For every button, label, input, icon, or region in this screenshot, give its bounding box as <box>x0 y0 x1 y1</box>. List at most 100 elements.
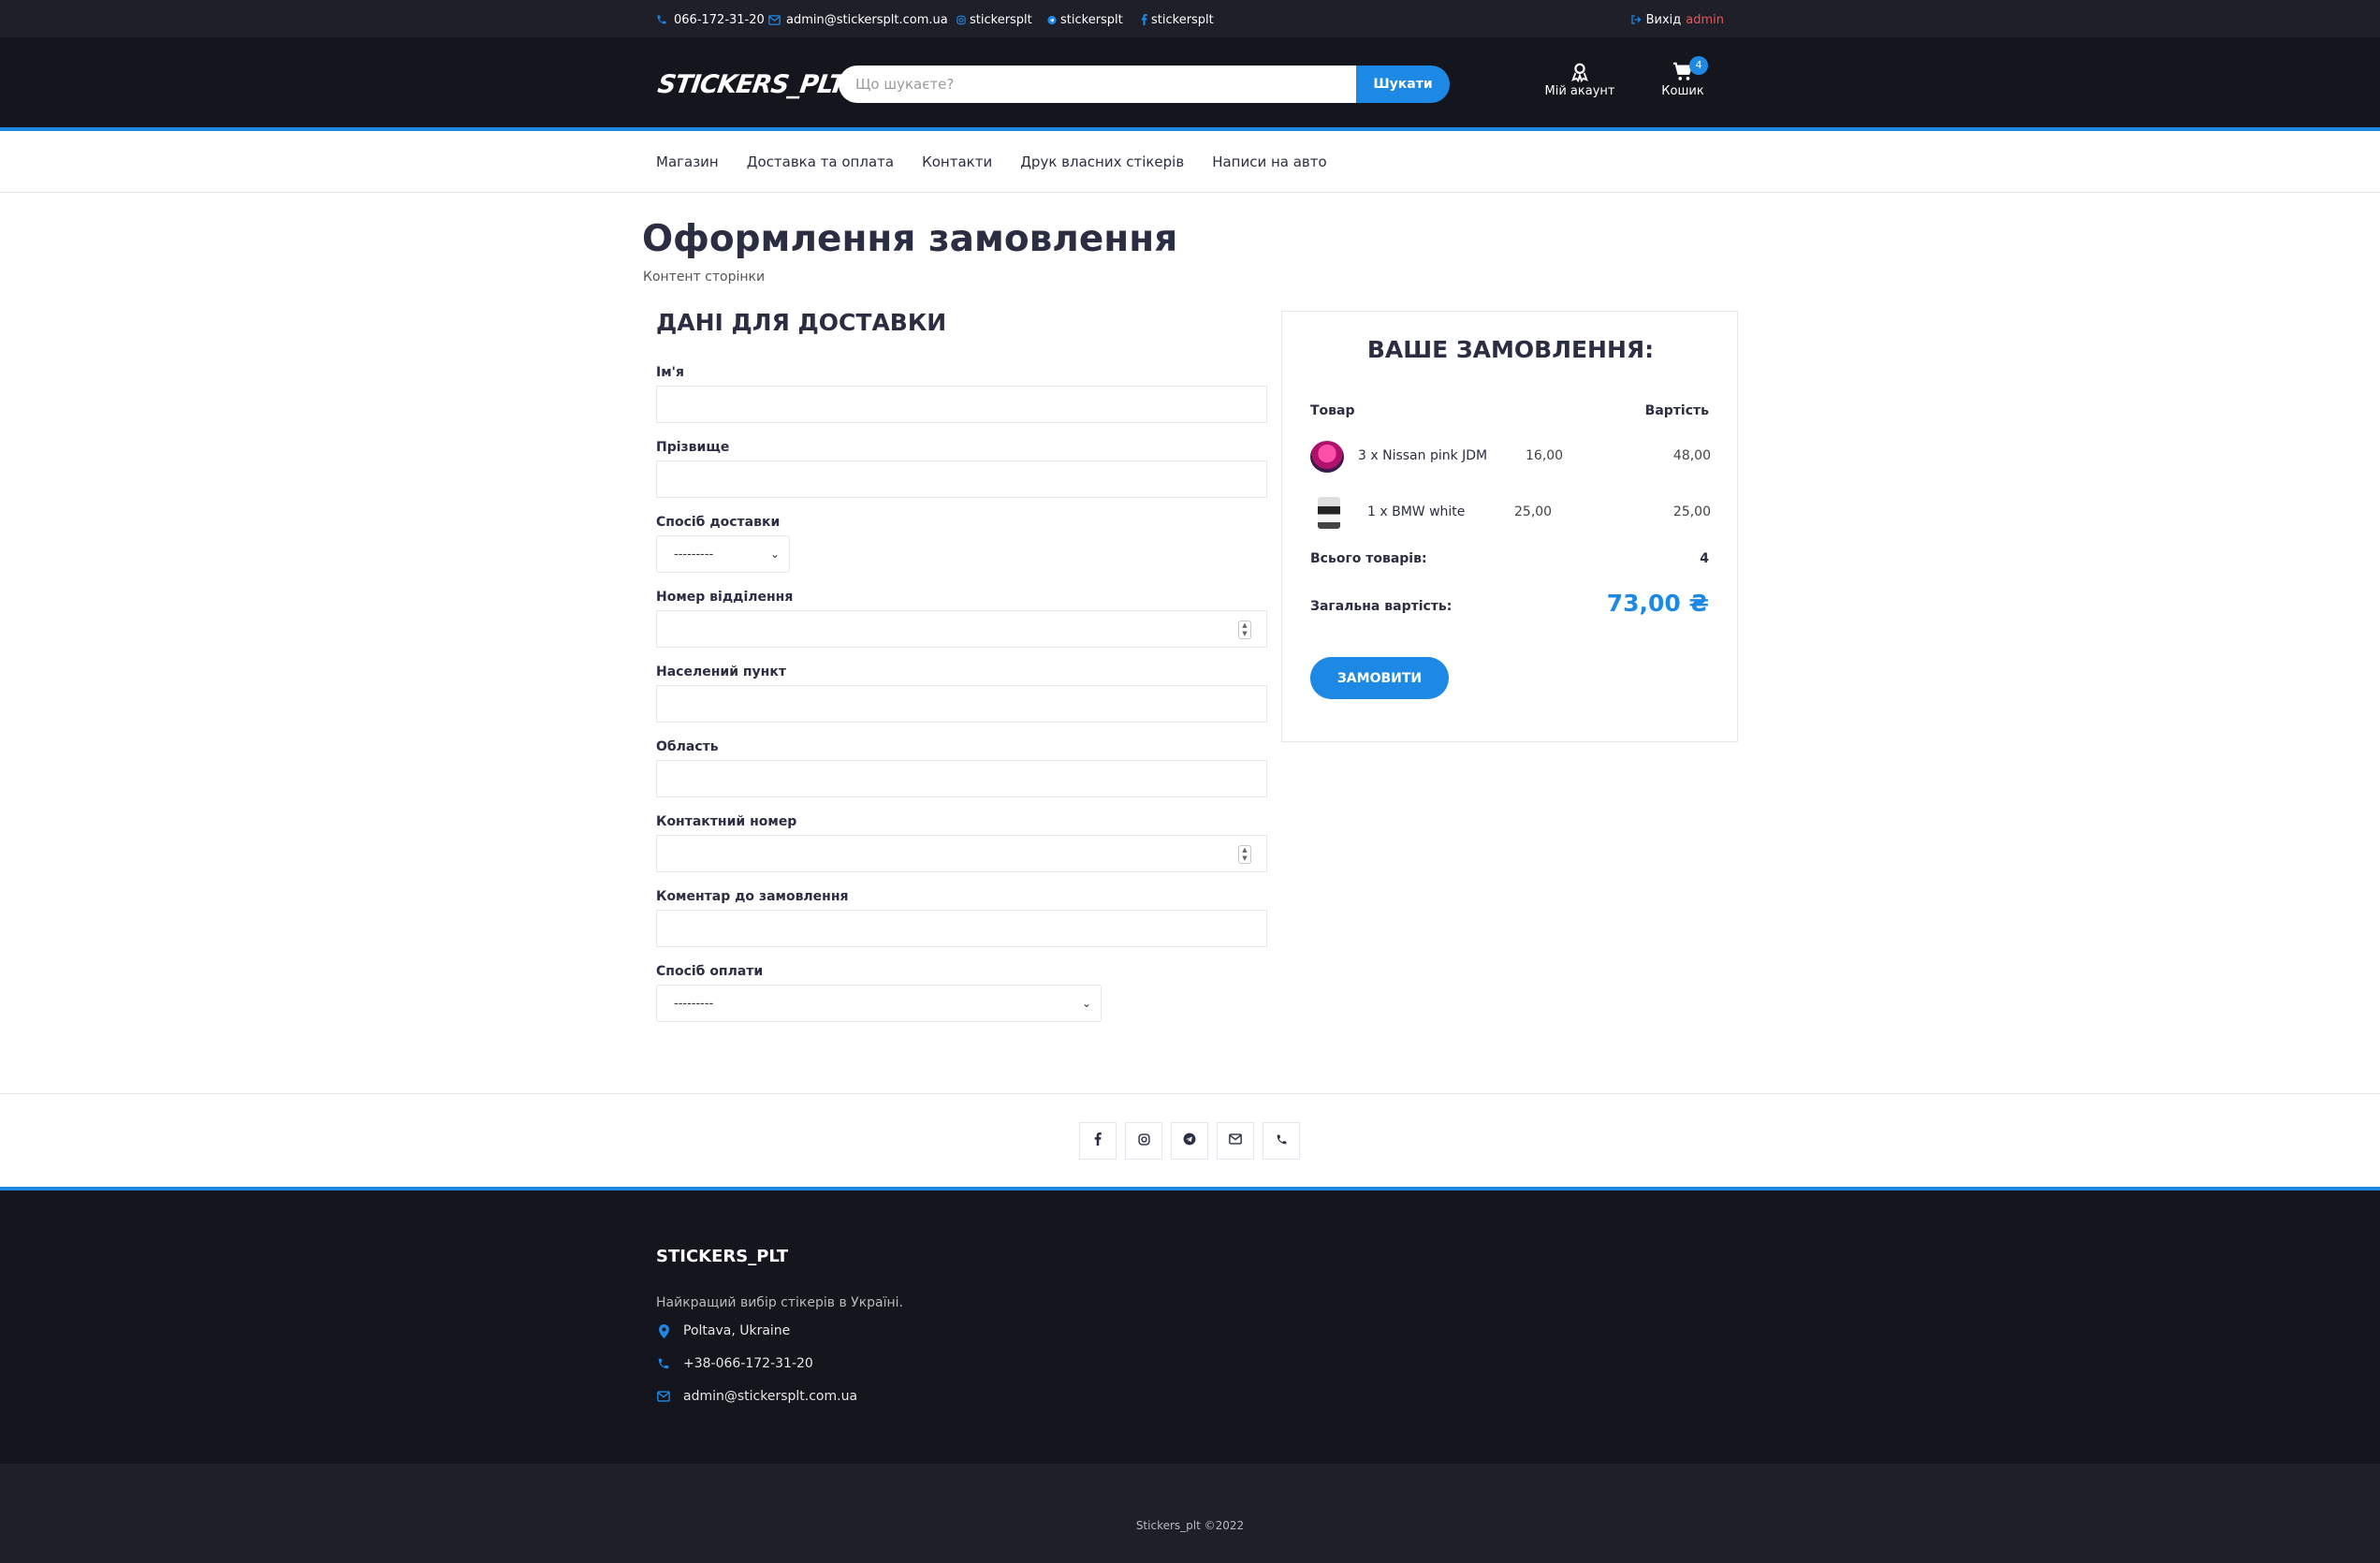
topbar-email-text: admin@stickersplt.com.ua <box>786 12 948 27</box>
cart-label: Кошик <box>1661 84 1704 98</box>
first-name-input[interactable] <box>656 386 1267 423</box>
nav-item-shop[interactable]: Магазин <box>656 153 719 170</box>
user-icon <box>1570 62 1590 83</box>
instagram-icon <box>1137 1132 1150 1149</box>
topbar-telegram-text: stickersplt <box>1060 12 1123 27</box>
delivery-method-value: --------- <box>674 548 714 562</box>
comment-label: Коментар до замовлення <box>656 889 849 904</box>
footer-title: STICKERS_PLT <box>656 1247 789 1266</box>
payment-method-label: Спосіб оплати <box>656 964 764 979</box>
delivery-method-select[interactable]: --------- ⌄ <box>656 535 790 573</box>
cart-link[interactable]: 4 Кошик <box>1641 56 1725 98</box>
total-cost-label: Загальна вартість: <box>1310 599 1453 614</box>
payment-method-select[interactable]: --------- ⌄ <box>656 985 1102 1022</box>
items-count-value: 4 <box>1700 551 1709 566</box>
facebook-icon <box>1140 13 1147 26</box>
number-spinner-icon[interactable]: ▲ ▼ <box>1238 621 1251 639</box>
instagram-icon <box>956 13 966 26</box>
main-nav: Магазин Доставка та оплата Контакти Друк… <box>0 135 2380 193</box>
city-input[interactable] <box>656 685 1267 723</box>
topbar-facebook-text: stickersplt <box>1151 12 1214 27</box>
comment-input[interactable] <box>656 910 1267 947</box>
city-label: Населений пункт <box>656 665 786 679</box>
sign-out-icon <box>1629 13 1643 26</box>
top-bar: 066-172-31-20 admin@stickersplt.com.ua s… <box>0 0 2380 37</box>
search-button[interactable]: Шукати <box>1356 66 1450 103</box>
last-name-label: Прізвище <box>656 440 730 455</box>
order-item-name: 3 x Nissan pink JDM <box>1358 448 1488 463</box>
product-thumbnail-nissan <box>1310 441 1344 473</box>
order-item-row: 1 x BMW white 25,00 25,00 <box>1310 493 1711 531</box>
phone-icon <box>1276 1133 1288 1149</box>
phone-icon <box>655 13 668 26</box>
first-name-label: Ім'я <box>656 365 684 380</box>
social-links-strip <box>0 1093 2380 1191</box>
branch-number-label: Номер відділення <box>656 590 794 605</box>
order-item-price: 16,00 <box>1526 448 1564 463</box>
logout-link[interactable]: Вихід admin <box>1629 11 1724 28</box>
footer-phone-link[interactable]: +38-066-172-31-20 <box>656 1356 813 1371</box>
branch-number-input[interactable]: ▲ ▼ <box>656 610 1267 648</box>
facebook-icon <box>1094 1132 1102 1149</box>
search-bar: Шукати <box>839 66 1450 103</box>
telegram-icon <box>1183 1132 1196 1149</box>
my-account-link[interactable]: Мій акаунт <box>1538 62 1622 98</box>
telegram-icon <box>1047 13 1057 26</box>
region-label: Область <box>656 739 719 754</box>
social-instagram-button[interactable] <box>1125 1122 1162 1160</box>
total-cost-value: 73,00 ₴ <box>1606 590 1709 617</box>
topbar-telegram-link[interactable]: stickersplt <box>1047 11 1123 28</box>
footer-location-text: Poltava, Ukraine <box>683 1323 791 1338</box>
col-header-product: Товар <box>1310 403 1355 418</box>
social-telegram-button[interactable] <box>1171 1122 1208 1160</box>
topbar-instagram-text: stickersplt <box>970 12 1032 27</box>
place-order-button[interactable]: ЗАМОВИТИ <box>1310 657 1449 699</box>
social-email-button[interactable] <box>1217 1122 1254 1160</box>
topbar-instagram-link[interactable]: stickersplt <box>956 11 1032 28</box>
topbar-facebook-link[interactable]: stickersplt <box>1140 11 1214 28</box>
col-header-cost: Вартість <box>1644 403 1709 418</box>
delivery-method-label: Спосіб доставки <box>656 515 781 530</box>
payment-method-value: --------- <box>674 997 714 1011</box>
header: STICKERS_PLT Шукати Мій акаунт 4 Кошик <box>0 37 2380 131</box>
envelope-icon <box>1229 1133 1242 1148</box>
nav-item-car-lettering[interactable]: Написи на авто <box>1212 153 1327 170</box>
number-spinner-icon[interactable]: ▲ ▼ <box>1238 845 1251 864</box>
nav-item-delivery[interactable]: Доставка та оплата <box>747 153 894 170</box>
footer-email-link[interactable]: admin@stickersplt.com.ua <box>656 1389 857 1404</box>
cart-count-badge: 4 <box>1689 56 1708 75</box>
social-phone-button[interactable] <box>1263 1122 1300 1160</box>
order-item-total: 48,00 <box>1672 448 1711 463</box>
topbar-phone-link[interactable]: 066-172-31-20 <box>655 11 765 28</box>
chevron-down-icon: ⌄ <box>769 548 780 561</box>
topbar-phone-text: 066-172-31-20 <box>674 12 765 27</box>
page-title: Оформлення замовлення <box>642 218 1178 260</box>
product-thumbnail-bmw <box>1318 497 1340 529</box>
phone-icon <box>656 1356 671 1371</box>
logout-label: Вихід <box>1645 12 1682 27</box>
footer: STICKERS_PLT Найкращий вибір стікерів в … <box>0 1191 2380 1464</box>
envelope-icon <box>656 1389 671 1404</box>
phone-input[interactable]: ▲ ▼ <box>656 835 1267 872</box>
order-item-total: 25,00 <box>1672 504 1711 519</box>
delivery-form-title: ДАНІ ДЛЯ ДОСТАВКИ <box>656 309 947 336</box>
footer-description: Найкращий вибір стікерів в Україні. <box>656 1295 903 1310</box>
page-subtitle: Контент сторінки <box>643 270 766 285</box>
social-facebook-button[interactable] <box>1079 1122 1117 1160</box>
order-item-row: 3 x Nissan pink JDM 16,00 48,00 <box>1310 437 1711 475</box>
envelope-icon <box>767 13 781 26</box>
order-item-price: 25,00 <box>1514 504 1553 519</box>
footer-location: Poltava, Ukraine <box>656 1323 790 1338</box>
map-marker-icon <box>656 1323 671 1338</box>
footer-email-text: admin@stickersplt.com.ua <box>683 1389 858 1404</box>
items-count-label: Всього товарів: <box>1310 551 1427 566</box>
search-input[interactable] <box>839 66 1356 103</box>
chevron-down-icon: ⌄ <box>1081 997 1091 1010</box>
last-name-input[interactable] <box>656 460 1267 498</box>
copyright-text: Stickers_plt ©2022 <box>1135 1519 1245 1532</box>
nav-item-custom-print[interactable]: Друк власних стікерів <box>1020 153 1184 170</box>
nav-item-contacts[interactable]: Контакти <box>922 153 992 170</box>
current-user-name: admin <box>1686 12 1724 27</box>
topbar-email-link[interactable]: admin@stickersplt.com.ua <box>767 11 948 28</box>
region-input[interactable] <box>656 760 1267 797</box>
